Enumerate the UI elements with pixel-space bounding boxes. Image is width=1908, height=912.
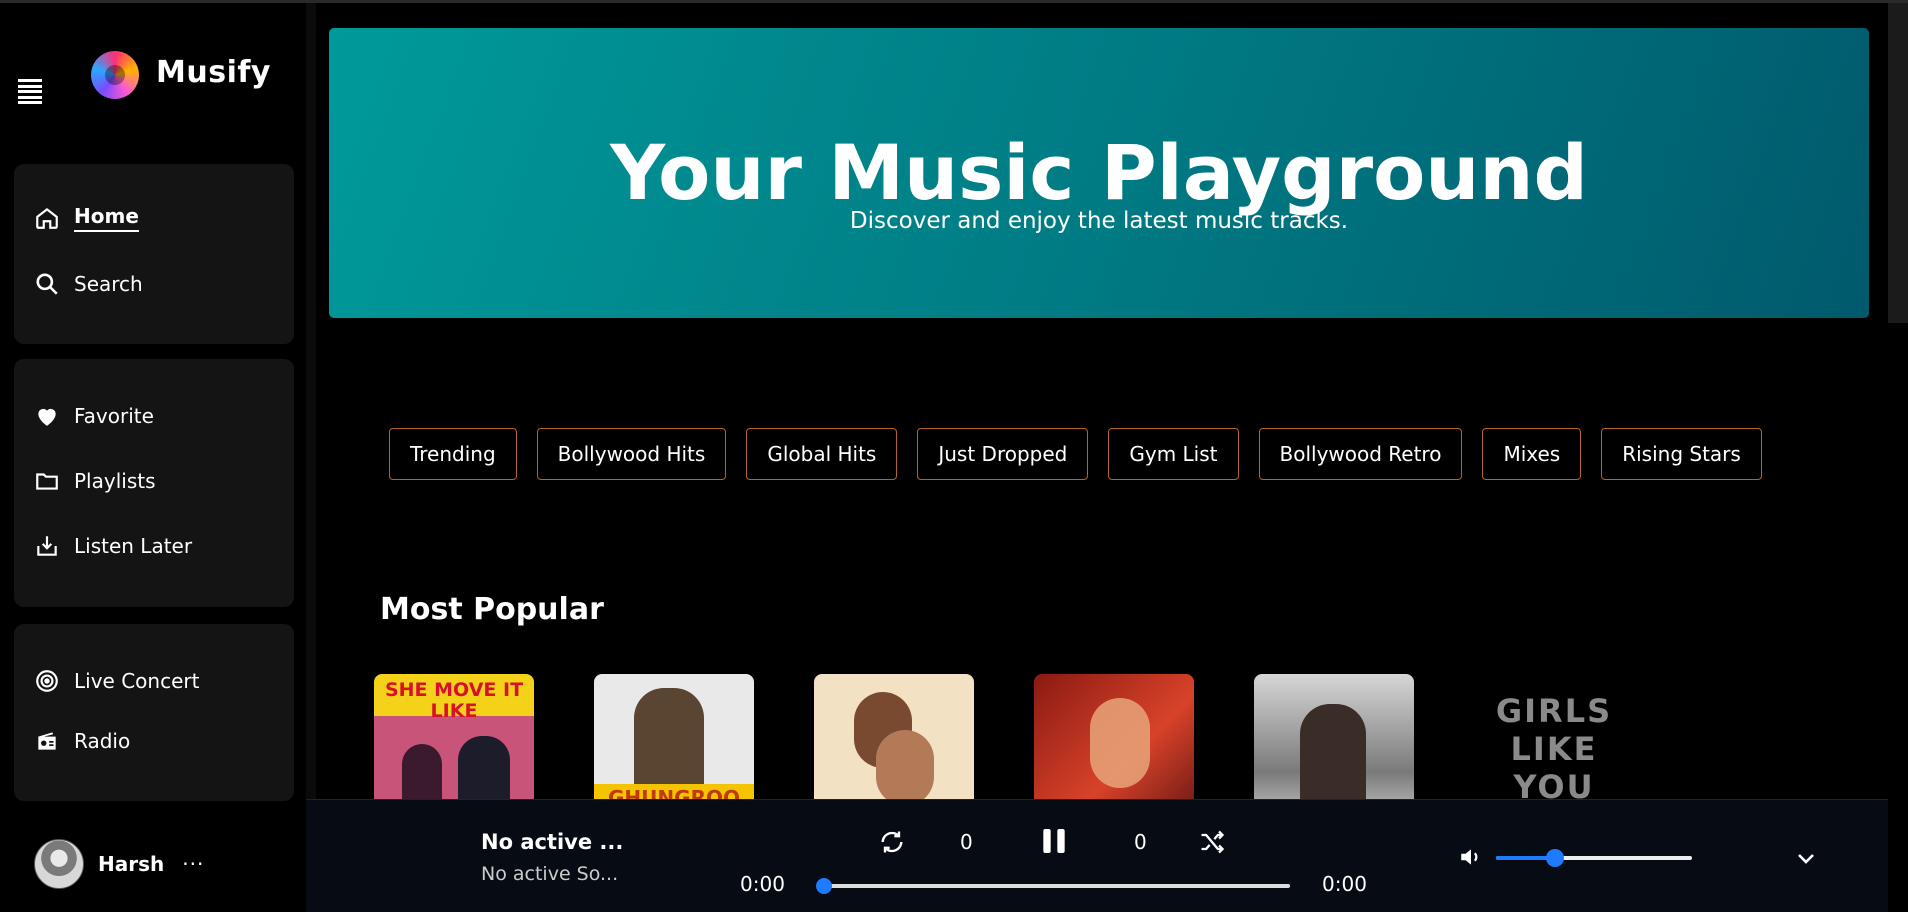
album-cover[interactable] <box>1254 674 1414 814</box>
sidebar-item-playlists[interactable]: Playlists <box>34 468 156 494</box>
user-profile[interactable]: Harsh ··· <box>34 839 204 889</box>
volume-slider[interactable] <box>1496 849 1692 867</box>
sidebar-item-radio[interactable]: Radio <box>34 728 130 754</box>
progress-slider[interactable] <box>816 878 1290 894</box>
page-scrollbar[interactable] <box>1888 3 1908 323</box>
chip-bollywood-hits[interactable]: Bollywood Hits <box>536 428 727 480</box>
brand-row: Musify <box>0 3 306 143</box>
repeat-icon[interactable] <box>878 828 906 856</box>
album-cover[interactable]: GHUNGROO <box>594 674 754 814</box>
app-name: Musify <box>156 55 271 90</box>
chip-trending[interactable]: Trending <box>389 428 517 480</box>
live-nav-panel: Live Concert Radio <box>14 624 294 801</box>
sidebar-item-favorite[interactable]: Favorite <box>34 403 154 429</box>
download-box-icon <box>37 536 57 556</box>
radio-icon <box>38 732 56 750</box>
sidebar: Musify Home Search Favorite Playlists Li… <box>0 3 306 912</box>
repeat-count: 0 <box>960 830 973 854</box>
more-options-icon[interactable]: ··· <box>182 852 204 876</box>
shuffle-icon[interactable] <box>1198 828 1226 856</box>
sidebar-item-label: Home <box>74 204 139 232</box>
sidebar-item-home[interactable]: Home <box>34 204 139 232</box>
current-time: 0:00 <box>740 872 785 896</box>
hero-banner: Your Music Playground Discover and enjoy… <box>329 28 1869 318</box>
player-bar: No active ... No active So... 0 0 0:00 0… <box>306 799 1888 912</box>
volume-knob[interactable] <box>1545 849 1564 867</box>
sidebar-item-search[interactable]: Search <box>34 271 143 297</box>
sidebar-item-listen-later[interactable]: Listen Later <box>34 533 192 559</box>
album-cover[interactable]: SHE MOVE IT LIKE <box>374 674 534 814</box>
folder-icon <box>36 473 58 490</box>
library-nav-panel: Favorite Playlists Listen Later <box>14 359 294 607</box>
chip-rising-stars[interactable]: Rising Stars <box>1601 428 1762 480</box>
category-chips: Trending Bollywood Hits Global Hits Just… <box>389 428 1762 480</box>
most-popular-title: Most Popular <box>380 592 604 627</box>
progress-knob[interactable] <box>816 878 832 894</box>
home-icon <box>36 207 58 229</box>
avatar <box>34 839 84 889</box>
musify-logo-icon <box>91 51 139 99</box>
pause-button[interactable] <box>1038 824 1070 858</box>
album-cover[interactable] <box>1034 674 1194 814</box>
album-cover[interactable]: GIRLS LIKE YOU <box>1474 674 1634 814</box>
hero-subtitle: Discover and enjoy the latest music trac… <box>849 208 1349 234</box>
chip-just-dropped[interactable]: Just Dropped <box>917 428 1089 480</box>
cover-title: GIRLS LIKE YOU <box>1495 692 1613 806</box>
sidebar-divider <box>306 3 316 912</box>
sidebar-item-label: Playlists <box>74 469 156 493</box>
heart-icon <box>38 408 56 426</box>
target-icon <box>36 670 58 692</box>
sidebar-item-label: Listen Later <box>74 534 193 558</box>
user-name: Harsh <box>98 852 165 876</box>
album-cover[interactable] <box>814 674 974 814</box>
now-playing-artist: No active So... <box>481 863 619 885</box>
search-icon <box>36 273 58 295</box>
cover-title: SHE MOVE IT LIKE <box>384 679 524 722</box>
now-playing-title: No active ... <box>481 830 624 854</box>
hero-title: Your Music Playground <box>610 128 1588 217</box>
chip-bollywood-retro[interactable]: Bollywood Retro <box>1258 428 1463 480</box>
chevron-down-icon[interactable] <box>1794 846 1818 870</box>
sidebar-item-label: Search <box>74 272 143 296</box>
volume-icon[interactable] <box>1458 844 1484 870</box>
chip-gym-list[interactable]: Gym List <box>1108 428 1239 480</box>
pause-icon <box>1043 829 1065 853</box>
primary-nav-panel: Home Search <box>14 164 294 344</box>
shuffle-count: 0 <box>1134 830 1147 854</box>
sidebar-item-label: Favorite <box>74 404 154 428</box>
chip-mixes[interactable]: Mixes <box>1482 428 1582 480</box>
hamburger-menu-icon[interactable] <box>18 79 42 104</box>
sidebar-item-live-concert[interactable]: Live Concert <box>34 668 199 694</box>
chip-global-hits[interactable]: Global Hits <box>746 428 898 480</box>
sidebar-item-label: Radio <box>74 729 131 753</box>
sidebar-item-label: Live Concert <box>74 669 200 693</box>
duration-time: 0:00 <box>1322 872 1367 896</box>
